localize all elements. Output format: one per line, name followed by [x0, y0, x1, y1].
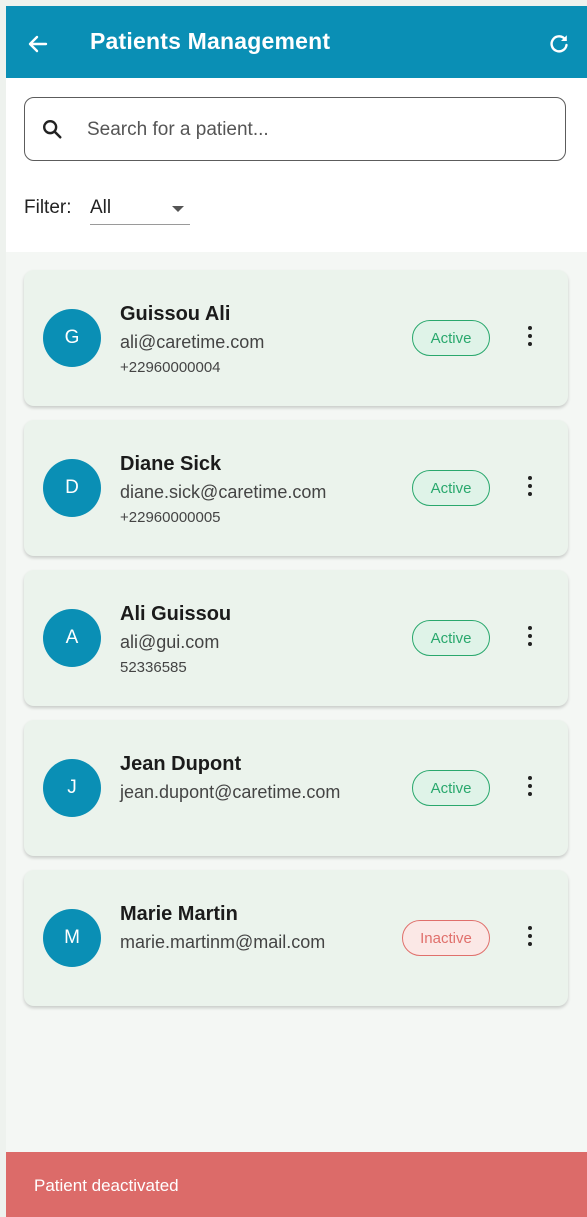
filter-label: Filter:	[24, 197, 72, 218]
status-badge: Active	[412, 320, 490, 356]
avatar: M	[43, 909, 101, 967]
patient-phone: +22960000004	[120, 359, 221, 376]
patient-card[interactable]: A Ali Guissou ali@gui.com 52336585 Activ…	[24, 570, 568, 706]
patient-email: diane.sick@caretime.com	[120, 482, 327, 502]
more-vert-icon[interactable]	[526, 626, 534, 650]
avatar: A	[43, 609, 101, 667]
more-vert-icon[interactable]	[526, 476, 534, 500]
caret-down-icon	[172, 206, 184, 212]
app-bar: Patients Management	[6, 6, 587, 78]
filter-selected-value: All	[90, 197, 112, 218]
more-vert-icon[interactable]	[526, 926, 534, 950]
patient-email: ali@caretime.com	[120, 332, 265, 352]
search-icon	[43, 120, 62, 139]
filter-dropdown[interactable]: All	[90, 190, 190, 225]
status-badge: Inactive	[402, 920, 490, 956]
more-vert-icon[interactable]	[526, 776, 534, 800]
patient-card[interactable]: J Jean Dupont jean.dupont@caretime.com A…	[24, 720, 568, 856]
patient-name: Jean Dupont	[120, 753, 242, 775]
snackbar-message: Patient deactivated	[34, 1176, 179, 1195]
refresh-icon[interactable]	[547, 32, 571, 56]
patient-phone: +22960000005	[120, 509, 221, 526]
patient-name: Diane Sick	[120, 453, 222, 475]
search-filter-panel: Filter: All	[6, 78, 587, 252]
avatar: D	[43, 459, 101, 517]
patient-email: jean.dupont@caretime.com	[120, 782, 341, 802]
patient-card[interactable]: M Marie Martin marie.martinm@mail.com In…	[24, 870, 568, 1006]
page-title: Patients Management	[90, 28, 331, 54]
patient-name: Ali Guissou	[120, 603, 232, 625]
patient-name: Guissou Ali	[120, 303, 231, 325]
search-input[interactable]	[85, 114, 549, 146]
patient-name: Marie Martin	[120, 903, 238, 925]
arrow-left-icon[interactable]	[26, 32, 50, 56]
patient-email: marie.martinm@mail.com	[120, 932, 326, 952]
status-badge: Active	[412, 770, 490, 806]
status-badge: Active	[412, 620, 490, 656]
patient-list: G Guissou Ali ali@caretime.com +22960000…	[24, 270, 568, 1020]
patient-card[interactable]: G Guissou Ali ali@caretime.com +22960000…	[24, 270, 568, 406]
patient-card[interactable]: D Diane Sick diane.sick@caretime.com +22…	[24, 420, 568, 556]
avatar: J	[43, 759, 101, 817]
avatar: G	[43, 309, 101, 367]
patient-phone: 52336585	[120, 659, 187, 676]
snackbar: Patient deactivated	[6, 1152, 587, 1217]
search-box[interactable]	[24, 97, 566, 161]
patients-screen: Patients Management Filter: All G Guisso…	[6, 6, 587, 1217]
more-vert-icon[interactable]	[526, 326, 534, 350]
status-badge: Active	[412, 470, 490, 506]
patient-email: ali@gui.com	[120, 632, 220, 652]
